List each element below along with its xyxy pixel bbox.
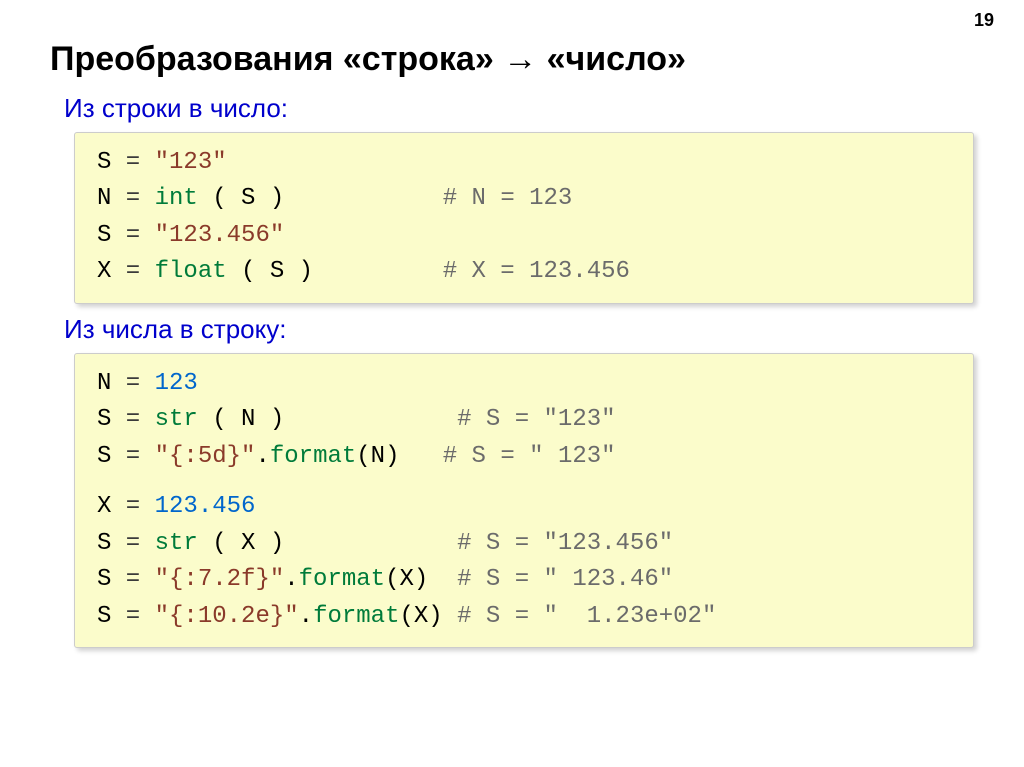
padding — [284, 185, 442, 212]
args: ( X ) — [198, 530, 284, 557]
subtitle-from-string: Из строки в число: — [64, 93, 974, 124]
number-literal: 123.456 — [155, 493, 256, 520]
padding — [313, 258, 443, 285]
string-literal: "{:7.2f}" — [155, 566, 285, 593]
function-name: format — [313, 603, 399, 630]
comment: # S = " 1.23e+02" — [457, 603, 716, 630]
function-name: str — [155, 530, 198, 557]
code-line: S = "{:7.2f}".format(X) # S = " 123.46" — [97, 562, 951, 598]
title-pre: Преобразования «строка» — [50, 40, 503, 78]
function-name: str — [155, 406, 198, 433]
variable: N — [97, 370, 111, 397]
code-line: N = int ( S ) # N = 123 — [97, 181, 951, 217]
variable: S — [97, 222, 111, 249]
string-literal: "{:5d}" — [155, 443, 256, 470]
comment: # S = " 123.46" — [457, 566, 673, 593]
padding — [284, 406, 457, 433]
variable: S — [97, 149, 111, 176]
string-literal: "{:10.2e}" — [155, 603, 299, 630]
page-title: Преобразования «строка» → «число» — [50, 40, 974, 79]
arrow-icon: → — [503, 40, 537, 78]
subtitle-from-number: Из числа в строку: — [64, 314, 974, 345]
operator: = — [111, 493, 154, 520]
dot: . — [255, 443, 269, 470]
operator: = — [111, 566, 154, 593]
operator: = — [111, 149, 154, 176]
function-name: format — [270, 443, 356, 470]
padding — [284, 530, 457, 557]
comment: # N = 123 — [443, 185, 573, 212]
code-line: N = 123 — [97, 366, 951, 402]
comment: # X = 123.456 — [443, 258, 630, 285]
code-line: S = "123.456" — [97, 218, 951, 254]
padding — [428, 566, 457, 593]
variable: X — [97, 258, 111, 285]
operator: = — [111, 370, 154, 397]
code-line: S = "123" — [97, 145, 951, 181]
operator: = — [111, 406, 154, 433]
operator: = — [111, 258, 154, 285]
args: ( S ) — [198, 185, 284, 212]
variable: S — [97, 603, 111, 630]
comment: # S = "123.456" — [457, 530, 673, 557]
function-name: int — [155, 185, 198, 212]
variable: S — [97, 530, 111, 557]
code-box-string-to-number: S = "123" N = int ( S ) # N = 123 S = "1… — [74, 132, 974, 304]
args: (X) — [399, 603, 442, 630]
operator: = — [111, 222, 154, 249]
function-name: format — [299, 566, 385, 593]
comment: # S = "123" — [457, 406, 615, 433]
dot: . — [299, 603, 313, 630]
code-line: S = "{:5d}".format(N) # S = " 123" — [97, 439, 951, 475]
code-line — [97, 475, 951, 489]
code-line: S = "{:10.2e}".format(X) # S = " 1.23e+0… — [97, 599, 951, 635]
dot: . — [284, 566, 298, 593]
operator: = — [111, 603, 154, 630]
page-number: 19 — [974, 10, 994, 31]
variable: S — [97, 406, 111, 433]
args: (N) — [356, 443, 399, 470]
operator: = — [111, 443, 154, 470]
code-line: S = str ( X ) # S = "123.456" — [97, 526, 951, 562]
args: ( N ) — [198, 406, 284, 433]
variable: N — [97, 185, 111, 212]
args: ( S ) — [227, 258, 313, 285]
number-literal: 123 — [155, 370, 198, 397]
code-line: S = str ( N ) # S = "123" — [97, 402, 951, 438]
code-line: X = 123.456 — [97, 489, 951, 525]
title-post: «число» — [537, 40, 686, 78]
variable: S — [97, 443, 111, 470]
function-name: float — [155, 258, 227, 285]
comment: # S = " 123" — [443, 443, 616, 470]
padding — [400, 443, 443, 470]
operator: = — [111, 185, 154, 212]
operator: = — [111, 530, 154, 557]
args: (X) — [385, 566, 428, 593]
variable: X — [97, 493, 111, 520]
string-literal: "123" — [155, 149, 227, 176]
padding — [443, 603, 457, 630]
code-box-number-to-string: N = 123 S = str ( N ) # S = "123" S = "{… — [74, 353, 974, 648]
string-literal: "123.456" — [155, 222, 285, 249]
code-line: X = float ( S ) # X = 123.456 — [97, 254, 951, 290]
variable: S — [97, 566, 111, 593]
